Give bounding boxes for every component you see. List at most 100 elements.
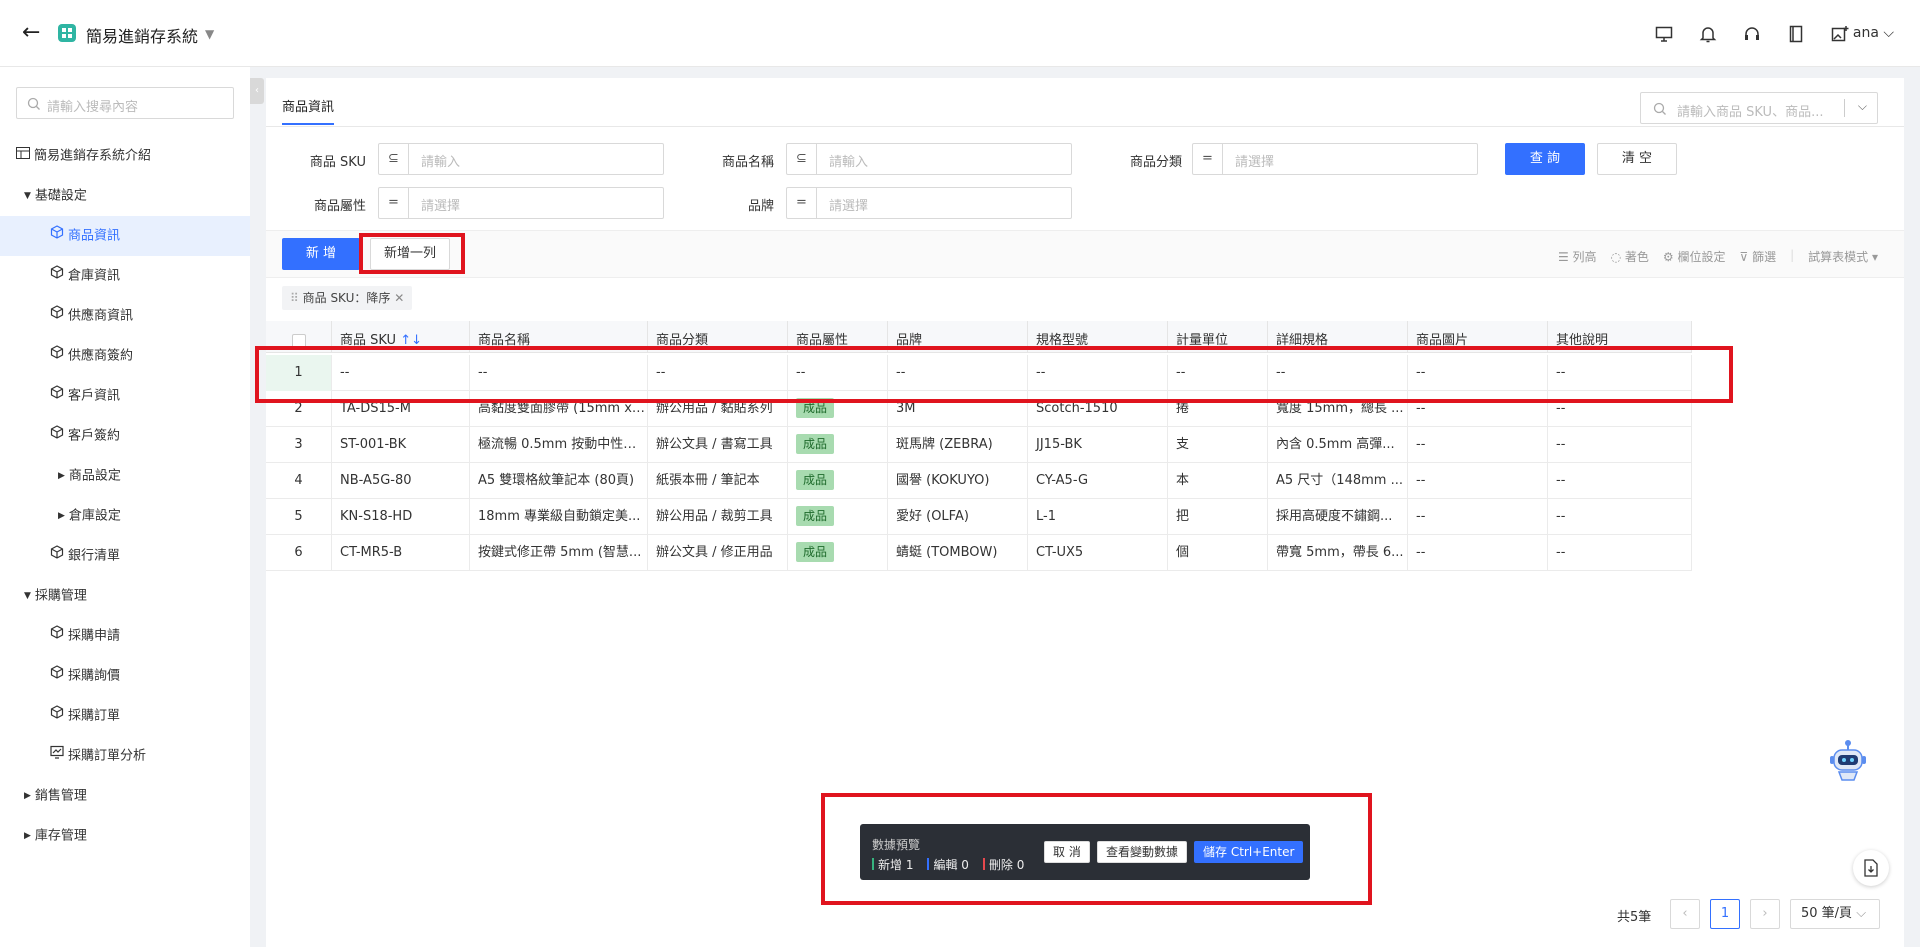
close-icon[interactable]: ✕ — [394, 291, 404, 305]
cell-image[interactable]: -- — [1408, 463, 1548, 499]
cell-brand[interactable]: 愛好 (OLFA) — [888, 499, 1028, 535]
sidebar-collapse-button[interactable]: ‹ — [250, 78, 264, 104]
tab-product-info[interactable]: 商品資訊 — [282, 96, 335, 125]
monitor-icon[interactable] — [1652, 22, 1676, 46]
sidebar-item-purchase-inquiry[interactable]: 採購詢價 — [0, 656, 250, 696]
table-row[interactable]: 5 KN-S18-HD 18mm 專業級自動鎖定美... 辦公用品 / 裁剪工具… — [266, 499, 1692, 535]
prev-page-button[interactable]: ‹ — [1670, 899, 1700, 929]
cell-category[interactable]: -- — [648, 355, 788, 391]
sidebar-item-supplier-contract[interactable]: 供應商簽約 — [0, 336, 250, 376]
chevron-down-icon[interactable]: ⌵ — [1858, 99, 1867, 114]
book-icon[interactable] — [1784, 22, 1808, 46]
field-settings-tool[interactable]: ⚙ 欄位設定 — [1663, 248, 1726, 265]
cell-note[interactable]: -- — [1548, 427, 1692, 463]
cell-spec[interactable]: 寬度 15mm，總長 ... — [1268, 391, 1408, 427]
sidebar-item-customer-contract[interactable]: 客戶簽約 — [0, 416, 250, 456]
clear-button[interactable]: 清 空 — [1597, 143, 1677, 175]
sidebar-item-purchase-order[interactable]: 採購訂單 — [0, 696, 250, 736]
cell-brand[interactable]: 斑馬牌 (ZEBRA) — [888, 427, 1028, 463]
add-row-button[interactable]: 新增一列 — [370, 238, 450, 270]
cell-attr[interactable]: 成品 — [788, 463, 888, 499]
cell-attr[interactable]: -- — [788, 355, 888, 391]
row-height-tool[interactable]: ☰ 列高 — [1558, 248, 1597, 265]
cell-model[interactable]: JJ15-BK — [1028, 427, 1168, 463]
col-header-brand[interactable]: 品牌 — [888, 321, 1028, 353]
cell-name[interactable]: 高黏度雙面膠帶 (15mm x ... — [470, 391, 648, 427]
sort-icon[interactable]: ↑↓ — [400, 333, 422, 348]
col-header-model[interactable]: 規格型號 — [1028, 321, 1168, 353]
sort-tag[interactable]: ⠿ 商品 SKU：降序 ✕ — [282, 286, 413, 310]
cell-category[interactable]: 紙張本冊 / 筆記本 — [648, 463, 788, 499]
cell-name[interactable]: A5 雙環格紋筆記本 (80頁) — [470, 463, 648, 499]
bell-icon[interactable] — [1696, 22, 1720, 46]
cell-spec[interactable]: 帶寬 5mm，帶長 6... — [1268, 535, 1408, 571]
cell-note[interactable]: -- — [1548, 535, 1692, 571]
sidebar-group-purchase[interactable]: ▼ 採購管理 — [0, 576, 250, 616]
col-header-spec[interactable]: 詳細規格 — [1268, 321, 1408, 353]
sidebar-group-sales[interactable]: ▶ 銷售管理 — [0, 776, 250, 816]
table-row[interactable]: 3 ST-001-BK 極流暢 0.5mm 按動中性筆... 辦公文具 / 書寫… — [266, 427, 1692, 463]
cell-image[interactable]: -- — [1408, 427, 1548, 463]
filter-sku-input[interactable]: ⊆ 請輸入 — [378, 143, 664, 175]
cell-spec[interactable]: A5 尺寸（148mm ... — [1268, 463, 1408, 499]
page-size-select[interactable]: 50 筆/頁 ⌵ — [1790, 899, 1880, 929]
cell-model[interactable]: CT-UX5 — [1028, 535, 1168, 571]
robot-assistant-icon[interactable] — [1826, 738, 1870, 786]
cell-note[interactable]: -- — [1548, 391, 1692, 427]
cell-unit[interactable]: 支 — [1168, 427, 1268, 463]
cell-category[interactable]: 辦公文具 / 修正用品 — [648, 535, 788, 571]
cell-spec[interactable]: 採用高硬度不鏽鋼... — [1268, 499, 1408, 535]
table-row[interactable]: 2 TA-DS15-M 高黏度雙面膠帶 (15mm x ... 辦公用品 / 黏… — [266, 391, 1692, 427]
drag-handle-icon[interactable]: ⠿ — [290, 291, 299, 305]
cell-brand[interactable]: 蜻蜓 (TOMBOW) — [888, 535, 1028, 571]
cell-attr[interactable]: 成品 — [788, 535, 888, 571]
table-row[interactable]: 6 CT-MR5-B 按鍵式修正帶 5mm (智慧... 辦公文具 / 修正用品… — [266, 535, 1692, 571]
table-row-new[interactable]: 1 -- -- -- -- -- -- -- -- -- -- — [266, 355, 1692, 391]
user-menu[interactable]: ana ⌵ — [1853, 25, 1894, 41]
sidebar-group-basic[interactable]: ▼ 基礎設定 — [0, 176, 250, 216]
sidebar-item-intro[interactable]: 簡易進銷存系統介紹 — [0, 136, 250, 176]
cell-sku[interactable]: KN-S18-HD — [332, 499, 470, 535]
operator-equals-icon[interactable]: = — [787, 188, 817, 218]
color-tool[interactable]: ◌ 著色 — [1611, 248, 1649, 265]
filter-brand-select[interactable]: = 請選擇 — [786, 187, 1072, 219]
document-export-icon[interactable] — [1853, 850, 1889, 886]
cancel-button[interactable]: 取 消 — [1044, 841, 1090, 863]
cell-unit[interactable]: 把 — [1168, 499, 1268, 535]
cell-model[interactable]: L-1 — [1028, 499, 1168, 535]
cell-note[interactable]: -- — [1548, 355, 1692, 391]
cell-name[interactable]: 18mm 專業級自動鎖定美... — [470, 499, 648, 535]
cell-name[interactable]: 按鍵式修正帶 5mm (智慧... — [470, 535, 648, 571]
col-header-sku[interactable]: 商品 SKU ↑↓ — [332, 321, 470, 353]
filter-tool[interactable]: ⊽ 篩選 — [1739, 248, 1776, 265]
cell-attr[interactable]: 成品 — [788, 499, 888, 535]
operator-contains-icon[interactable]: ⊆ — [379, 144, 409, 174]
cell-note[interactable]: -- — [1548, 463, 1692, 499]
sidebar-item-bank-list[interactable]: 銀行清單 — [0, 536, 250, 576]
add-button[interactable]: 新 增 — [282, 238, 360, 270]
global-search-input[interactable]: 請輸入商品 SKU、商品... ⌵ — [1640, 92, 1878, 124]
filter-category-select[interactable]: = 請選擇 — [1192, 143, 1478, 175]
cell-attr[interactable]: 成品 — [788, 391, 888, 427]
cell-sku[interactable]: NB-A5G-80 — [332, 463, 470, 499]
sidebar-item-purchase-request[interactable]: 採購申請 — [0, 616, 250, 656]
sidebar-group-product-settings[interactable]: ▶ 商品設定 — [0, 456, 250, 496]
cell-note[interactable]: -- — [1548, 499, 1692, 535]
col-header-note[interactable]: 其他說明 — [1548, 321, 1692, 353]
cell-brand[interactable]: 國譽 (KOKUYO) — [888, 463, 1028, 499]
cell-unit[interactable]: 個 — [1168, 535, 1268, 571]
operator-equals-icon[interactable]: = — [379, 188, 409, 218]
app-switch-caret-icon[interactable]: ▼ — [205, 27, 214, 41]
cell-image[interactable]: -- — [1408, 391, 1548, 427]
table-row[interactable]: 4 NB-A5G-80 A5 雙環格紋筆記本 (80頁) 紙張本冊 / 筆記本 … — [266, 463, 1692, 499]
view-changes-button[interactable]: 查看變動數據 — [1097, 841, 1188, 863]
sidebar-item-product-info[interactable]: 商品資訊 — [0, 216, 250, 256]
headset-icon[interactable] — [1740, 22, 1764, 46]
sidebar-group-warehouse-settings[interactable]: ▶ 倉庫設定 — [0, 496, 250, 536]
col-header-name[interactable]: 商品名稱 — [470, 321, 648, 353]
cell-brand[interactable]: 3M — [888, 391, 1028, 427]
sidebar-item-purchase-analysis[interactable]: 採購訂單分析 — [0, 736, 250, 776]
col-header-attr[interactable]: 商品屬性 — [788, 321, 888, 353]
cell-name[interactable]: -- — [470, 355, 648, 391]
cell-unit[interactable]: 捲 — [1168, 391, 1268, 427]
